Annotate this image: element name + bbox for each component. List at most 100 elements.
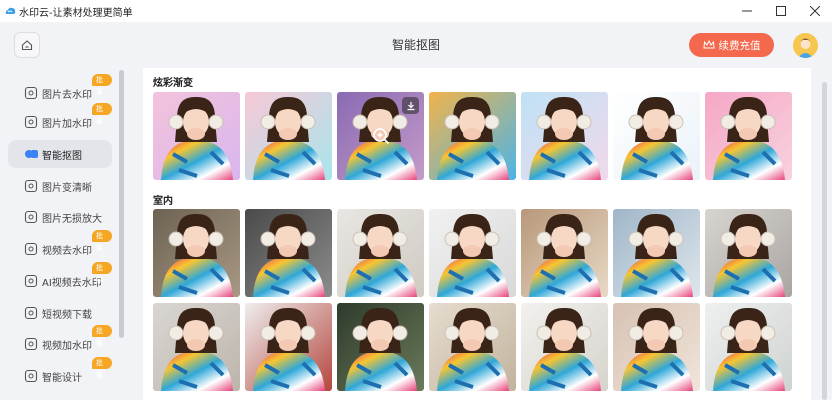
- person-photo-icon: [253, 213, 325, 297]
- sidebar-item[interactable]: 智能抠图: [8, 140, 112, 168]
- person-photo-icon: [713, 213, 785, 297]
- download-icon: [24, 306, 38, 320]
- person-photo-icon: [437, 213, 509, 297]
- maximize-icon: [776, 6, 786, 16]
- renew-recharge-button[interactable]: 续费充值: [689, 33, 774, 57]
- template-thumbnail[interactable]: [705, 209, 792, 297]
- design-icon: [24, 369, 38, 383]
- sidebar-item-label: 智能抠图: [42, 151, 82, 162]
- header: 智能抠图 续费充值: [0, 22, 832, 68]
- person-photo-icon: [161, 213, 233, 297]
- sidebar-item-label: 图片无损放大: [42, 214, 102, 225]
- template-thumbnail[interactable]: [429, 92, 516, 180]
- batch-badge: 批量: [92, 103, 112, 125]
- person-photo-icon: [161, 307, 233, 391]
- sidebar-item[interactable]: 图片加水印 批量: [8, 103, 112, 136]
- person-photo-icon: [161, 96, 233, 180]
- batch-badge: 批量: [92, 74, 112, 96]
- sidebar-item-label: 短视频下载: [42, 310, 92, 321]
- download-icon: [407, 101, 414, 110]
- maximize-button[interactable]: [764, 0, 798, 22]
- template-gallery: 炫彩渐变 室内: [143, 68, 811, 400]
- sidebar-item-label: 图片去水印: [42, 90, 92, 101]
- user-avatar-icon: [793, 33, 818, 58]
- template-thumbnail[interactable]: [153, 92, 240, 180]
- batch-badge: 批量: [92, 357, 112, 379]
- sidebar-item[interactable]: 视频去水印 批量: [8, 230, 112, 263]
- batch-badge: 批量: [92, 325, 112, 347]
- template-thumbnail[interactable]: [245, 303, 332, 391]
- hd-icon: [24, 179, 38, 193]
- template-thumbnail[interactable]: [705, 92, 792, 180]
- template-thumbnail[interactable]: [613, 303, 700, 391]
- person-photo-icon: [253, 96, 325, 180]
- sidebar-item-label: 图片加水印: [42, 119, 92, 130]
- video-eraser-icon: [24, 242, 38, 256]
- template-thumbnail[interactable]: [337, 209, 424, 297]
- cutout-icon: [25, 150, 38, 158]
- batch-badge: 批量: [92, 262, 112, 284]
- title-bar: 水印云-让素材处理更简单: [0, 0, 832, 22]
- template-thumbnail[interactable]: [429, 303, 516, 391]
- template-thumbnail[interactable]: [613, 92, 700, 180]
- person-photo-icon: [529, 96, 601, 180]
- sidebar-item-label: AI视频去水印: [42, 278, 102, 289]
- close-icon: [810, 6, 820, 16]
- template-thumbnail[interactable]: [337, 92, 424, 180]
- template-thumbnail[interactable]: [153, 303, 240, 391]
- section-title: 炫彩渐变: [153, 78, 193, 89]
- person-photo-icon: [437, 96, 509, 180]
- sidebar-item-label: 智能设计: [42, 373, 82, 384]
- sidebar-scrollbar[interactable]: [119, 70, 124, 338]
- sidebar-item-label: 视频去水印: [42, 246, 92, 257]
- section-title: 室内: [153, 196, 173, 207]
- eraser-icon: [24, 86, 38, 100]
- person-photo-icon: [621, 307, 693, 391]
- template-thumbnail[interactable]: [429, 209, 516, 297]
- batch-badge: 批量: [92, 230, 112, 252]
- ai-icon: [24, 274, 38, 288]
- sidebar-item[interactable]: 视频加水印 批量: [8, 325, 112, 358]
- person-photo-icon: [437, 307, 509, 391]
- sidebar-item-label: 图片变清晰: [42, 183, 92, 194]
- sidebar-item[interactable]: 图片无损放大: [8, 203, 112, 231]
- zoom-in-icon: [373, 128, 390, 145]
- close-button[interactable]: [798, 0, 832, 22]
- person-photo-icon: [345, 213, 417, 297]
- minimize-button[interactable]: [730, 0, 764, 22]
- template-thumbnail[interactable]: [521, 92, 608, 180]
- person-photo-icon: [529, 307, 601, 391]
- window-controls: [730, 0, 832, 22]
- person-photo-icon: [621, 213, 693, 297]
- template-thumbnail[interactable]: [245, 92, 332, 180]
- template-thumbnail[interactable]: [153, 209, 240, 297]
- image-add-icon: [24, 115, 38, 129]
- person-photo-icon: [253, 307, 325, 391]
- video-add-icon: [24, 337, 38, 351]
- person-photo-icon: [713, 307, 785, 391]
- renew-recharge-label: 续费充值: [718, 39, 761, 52]
- sidebar-item[interactable]: 智能设计 批量: [8, 357, 112, 390]
- avatar[interactable]: [793, 33, 818, 58]
- minimize-icon: [742, 10, 752, 12]
- sidebar-item[interactable]: 图片变清晰: [8, 172, 112, 200]
- person-photo-icon: [621, 96, 693, 180]
- person-photo-icon: [713, 96, 785, 180]
- template-thumbnail[interactable]: [245, 209, 332, 297]
- window-title: 水印云-让素材处理更简单: [19, 7, 133, 19]
- template-thumbnail[interactable]: [521, 209, 608, 297]
- template-thumbnail[interactable]: [521, 303, 608, 391]
- sidebar: 图片去水印 批量 图片加水印 批量 智能抠图 图片变清晰 图片无损放大 视频去水印 批量 AI视频…: [0, 68, 126, 400]
- zoom-button[interactable]: [371, 126, 391, 146]
- template-thumbnail[interactable]: [337, 303, 424, 391]
- person-photo-icon: [345, 307, 417, 391]
- sidebar-item[interactable]: AI视频去水印 批量: [8, 262, 112, 295]
- sidebar-item-label: 视频加水印: [42, 341, 92, 352]
- sidebar-item[interactable]: 短视频下载: [8, 299, 112, 327]
- main-scrollbar[interactable]: [822, 82, 827, 400]
- template-thumbnail[interactable]: [705, 303, 792, 391]
- enlarge-icon: [24, 210, 38, 224]
- template-thumbnail[interactable]: [613, 209, 700, 297]
- download-button[interactable]: [402, 97, 419, 114]
- person-photo-icon: [529, 213, 601, 297]
